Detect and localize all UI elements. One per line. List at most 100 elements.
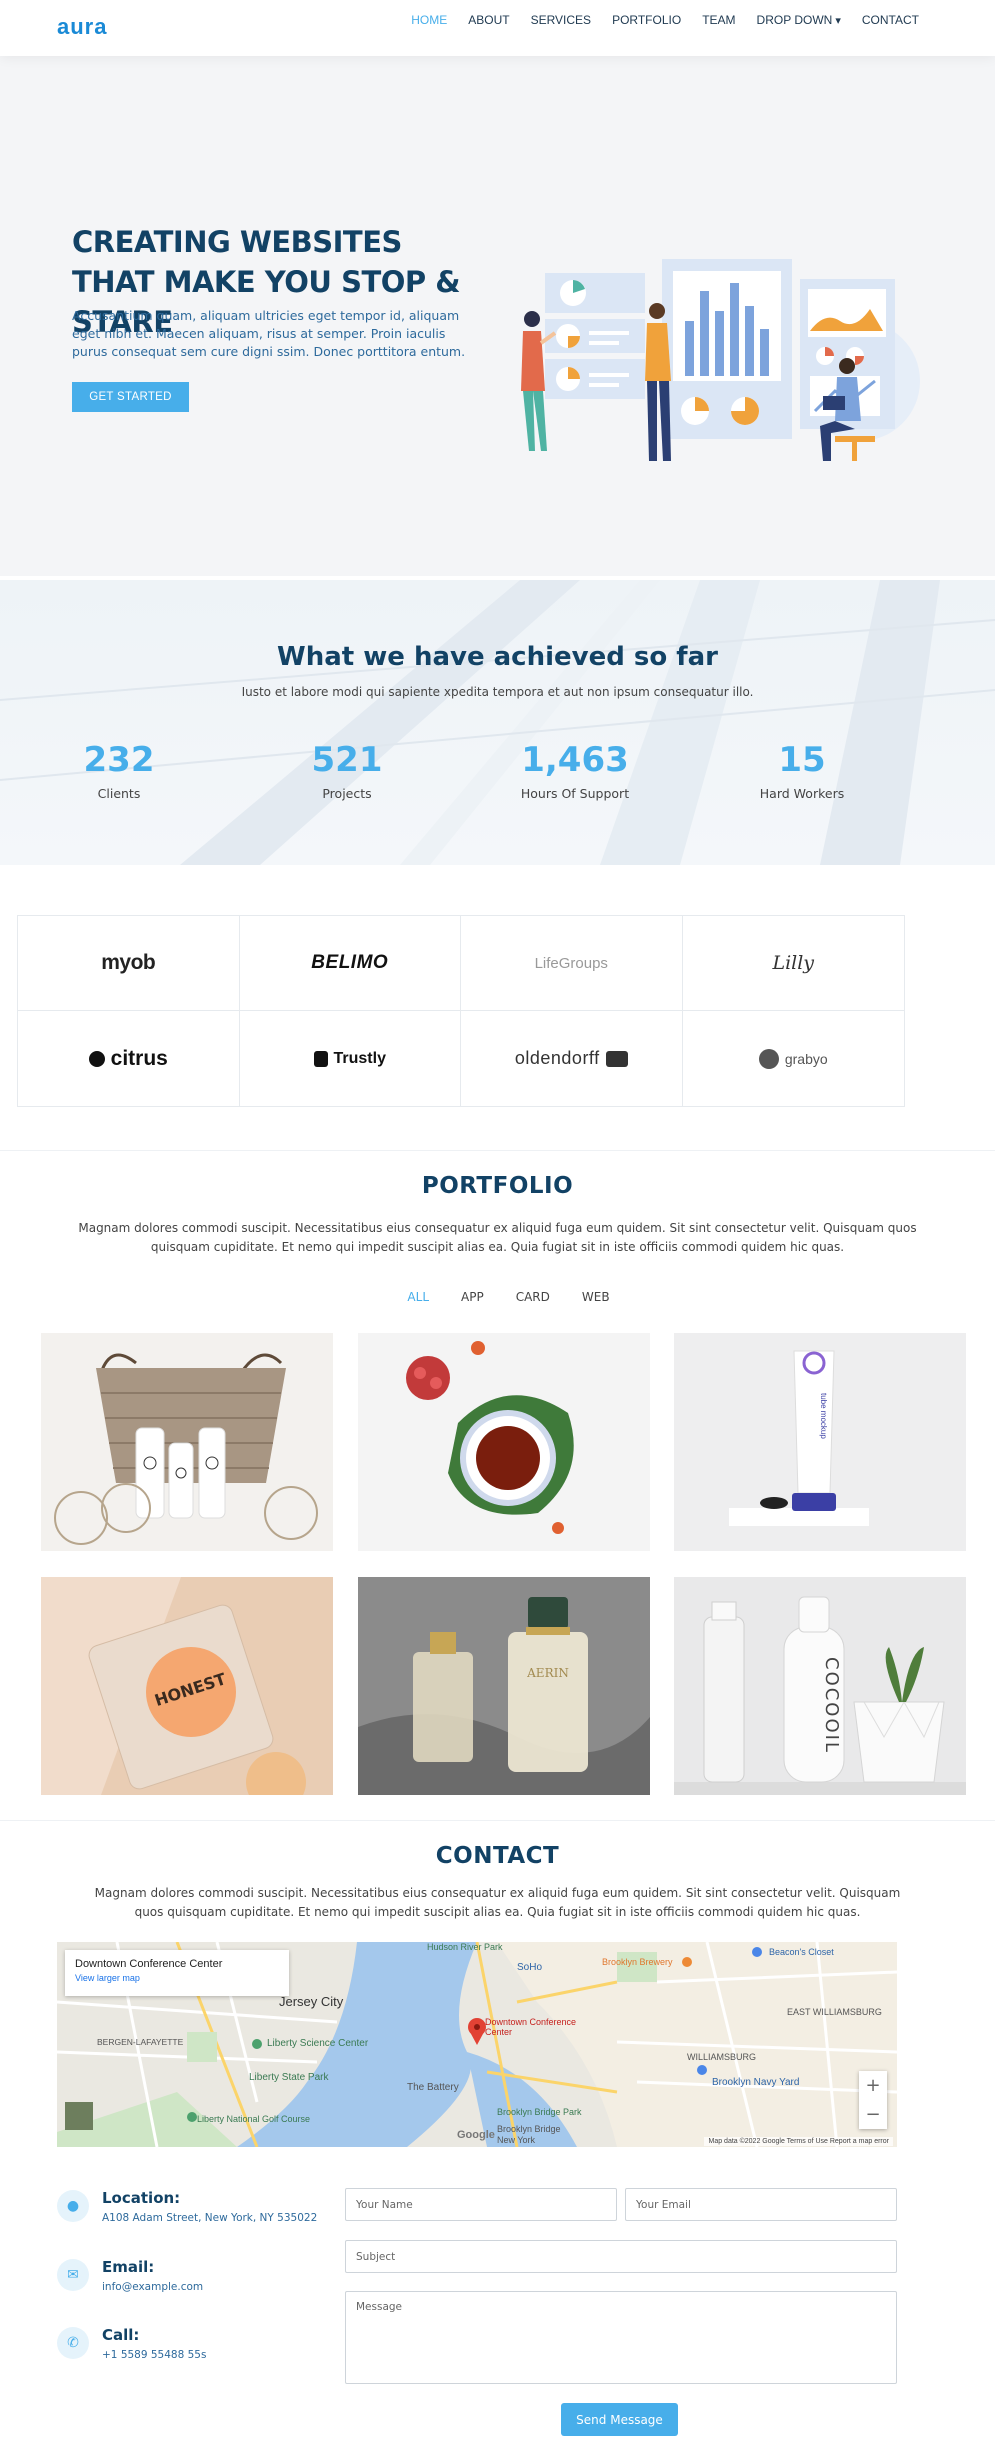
client-name: Trustly: [333, 1049, 386, 1067]
count-label: Hours Of Support: [520, 786, 630, 801]
client-name: citrus: [110, 1046, 168, 1070]
lock-icon: [313, 1050, 328, 1067]
honest-image: HONEST: [41, 1577, 333, 1795]
map-embed[interactable]: Downtown Conference Center View larger m…: [57, 1942, 897, 2147]
map-label: EAST WILLIAMSBURG: [787, 2007, 882, 2017]
portfolio-title: PORTFOLIO: [421, 1173, 574, 1199]
portfolio-item[interactable]: [41, 1333, 333, 1551]
zoom-in-icon[interactable]: +: [865, 2075, 880, 2096]
portfolio-text: Magnam dolores commodi suscipit. Necessi…: [78, 1221, 917, 1254]
client-logo-lilly: Lilly: [682, 916, 904, 1011]
nav-team[interactable]: TEAM: [702, 13, 735, 27]
zoom-out-icon[interactable]: −: [865, 2104, 880, 2125]
tea-image: [358, 1333, 650, 1551]
map-label: Liberty Science Center: [267, 2038, 369, 2049]
client-name: LifeGroups: [534, 954, 608, 972]
map-label: Brooklyn Navy Yard: [712, 2077, 800, 2088]
map-label: New York: [497, 2135, 536, 2145]
count-value: 15: [778, 740, 826, 780]
count-label: Projects: [322, 786, 372, 801]
count-hours: 1,463 Hours Of Support: [475, 740, 675, 801]
hero-text: Accusantium quam, aliquam ultricies eget…: [72, 308, 466, 359]
clients-grid: myob BELIMO LifeGroups Lilly citrus Trus…: [17, 915, 905, 1107]
site-header: aura HOME ABOUT SERVICES PORTFOLIO TEAM …: [0, 0, 995, 56]
logo-text: aura: [57, 14, 108, 39]
tube-label: tube mockup: [819, 1393, 828, 1439]
cocooil-text: COCOOIL: [821, 1657, 842, 1754]
section-divider: [0, 1820, 995, 1821]
nav-portfolio[interactable]: PORTFOLIO: [612, 13, 681, 27]
client-name: oldendorff: [514, 1048, 600, 1068]
contact-title: CONTACT: [435, 1843, 560, 1869]
info-value: A108 Adam Street, New York, NY 535022: [102, 2212, 318, 2224]
map-label: Jersey City: [279, 1994, 344, 2009]
map-attribution: Map data ©2022 Google Terms of Use Repor…: [704, 2137, 893, 2146]
portfolio-item[interactable]: AERIN: [358, 1577, 650, 1795]
portfolio-item[interactable]: tube mockup: [674, 1333, 966, 1551]
view-larger-map-link[interactable]: View larger map: [75, 1973, 279, 1983]
svg-text:AERIN: AERIN: [526, 1666, 569, 1680]
counts-title: What we have achieved so far: [277, 642, 718, 672]
name-placeholder: Your Name: [356, 2198, 413, 2211]
section-divider: [0, 1150, 995, 1151]
client-name: myob: [101, 951, 156, 974]
tube-image: tube mockup: [674, 1333, 966, 1551]
nav-contact[interactable]: CONTACT: [862, 13, 919, 27]
send-message-button[interactable]: Send Message: [561, 2403, 678, 2436]
email-field[interactable]: Your Email: [625, 2188, 897, 2221]
name-field[interactable]: Your Name: [345, 2188, 617, 2221]
info-label: Call:: [102, 2326, 140, 2344]
count-label: Hard Workers: [759, 786, 845, 801]
message-field[interactable]: Message: [345, 2291, 897, 2384]
client-logo-grabyo: grabyo: [683, 1011, 905, 1106]
nav-services[interactable]: SERVICES: [531, 13, 591, 27]
filter-all[interactable]: ALL: [407, 1290, 429, 1304]
info-email: ✉ Email: info@example.com: [57, 2258, 337, 2299]
counts-background: [0, 580, 995, 865]
client-logo-citrus: citrus: [18, 1011, 240, 1106]
subject-field[interactable]: Subject: [345, 2240, 897, 2273]
portfolio-item[interactable]: [358, 1333, 650, 1551]
map-label: Liberty National Golf Course: [197, 2114, 311, 2124]
site-logo[interactable]: aura: [57, 14, 107, 40]
cocooil-image: COCOOIL: [674, 1577, 966, 1795]
hero-illustration: [521, 259, 920, 461]
info-label: Location:: [102, 2189, 181, 2207]
grabyo-icon: [758, 1048, 779, 1069]
info-value[interactable]: +1 5589 55488 55s: [102, 2349, 206, 2361]
info-value[interactable]: info@example.com: [102, 2281, 203, 2293]
map-pin-icon: ●: [57, 2190, 89, 2222]
map-zoom-controls: + −: [859, 2071, 887, 2129]
client-logo-trustly: Trustly: [240, 1011, 461, 1106]
perfume-image: AERIN: [358, 1577, 650, 1795]
filter-web[interactable]: WEB: [582, 1290, 610, 1304]
client-logo-myob: myob: [18, 916, 240, 1011]
client-logo-belimo: BELIMO: [239, 916, 461, 1011]
counts-subtitle: Iusto et labore modi qui sapiente xpedit…: [241, 685, 754, 699]
email-placeholder: Your Email: [636, 2198, 691, 2211]
nav-dropdown[interactable]: DROP DOWN: [757, 13, 841, 27]
nav-about[interactable]: ABOUT: [468, 13, 509, 27]
ship-icon: [605, 1050, 628, 1067]
map-label: Beacon's Closet: [769, 1947, 834, 1957]
count-clients: 232 Clients: [19, 740, 219, 801]
get-started-button[interactable]: GET STARTED: [72, 382, 189, 412]
map-info-card: Downtown Conference Center View larger m…: [65, 1950, 289, 1996]
hero-section: CREATING WEBSITES THAT MAKE YOU STOP & S…: [0, 56, 995, 576]
portfolio-item[interactable]: COCOOIL: [674, 1577, 966, 1795]
contact-text: Magnam dolores commodi suscipit. Necessi…: [94, 1886, 901, 1919]
filter-app[interactable]: APP: [461, 1290, 484, 1304]
basket-image: [41, 1333, 333, 1551]
client-name: Lilly: [772, 952, 815, 974]
info-call: ✆ Call: +1 5589 55488 55s: [57, 2326, 337, 2367]
map-label: The Battery: [407, 2082, 459, 2093]
counts-section: What we have achieved so far Iusto et la…: [0, 580, 995, 865]
filter-card[interactable]: CARD: [516, 1290, 550, 1304]
portfolio-item[interactable]: HONEST: [41, 1577, 333, 1795]
map-pin-label: Downtown Conference Center: [485, 2017, 577, 2037]
count-value: 1,463: [521, 740, 629, 780]
envelope-icon: ✉: [57, 2259, 89, 2291]
subject-placeholder: Subject: [356, 2250, 396, 2263]
nav-home[interactable]: HOME: [411, 13, 447, 27]
map-label: SoHo: [517, 1962, 543, 1973]
